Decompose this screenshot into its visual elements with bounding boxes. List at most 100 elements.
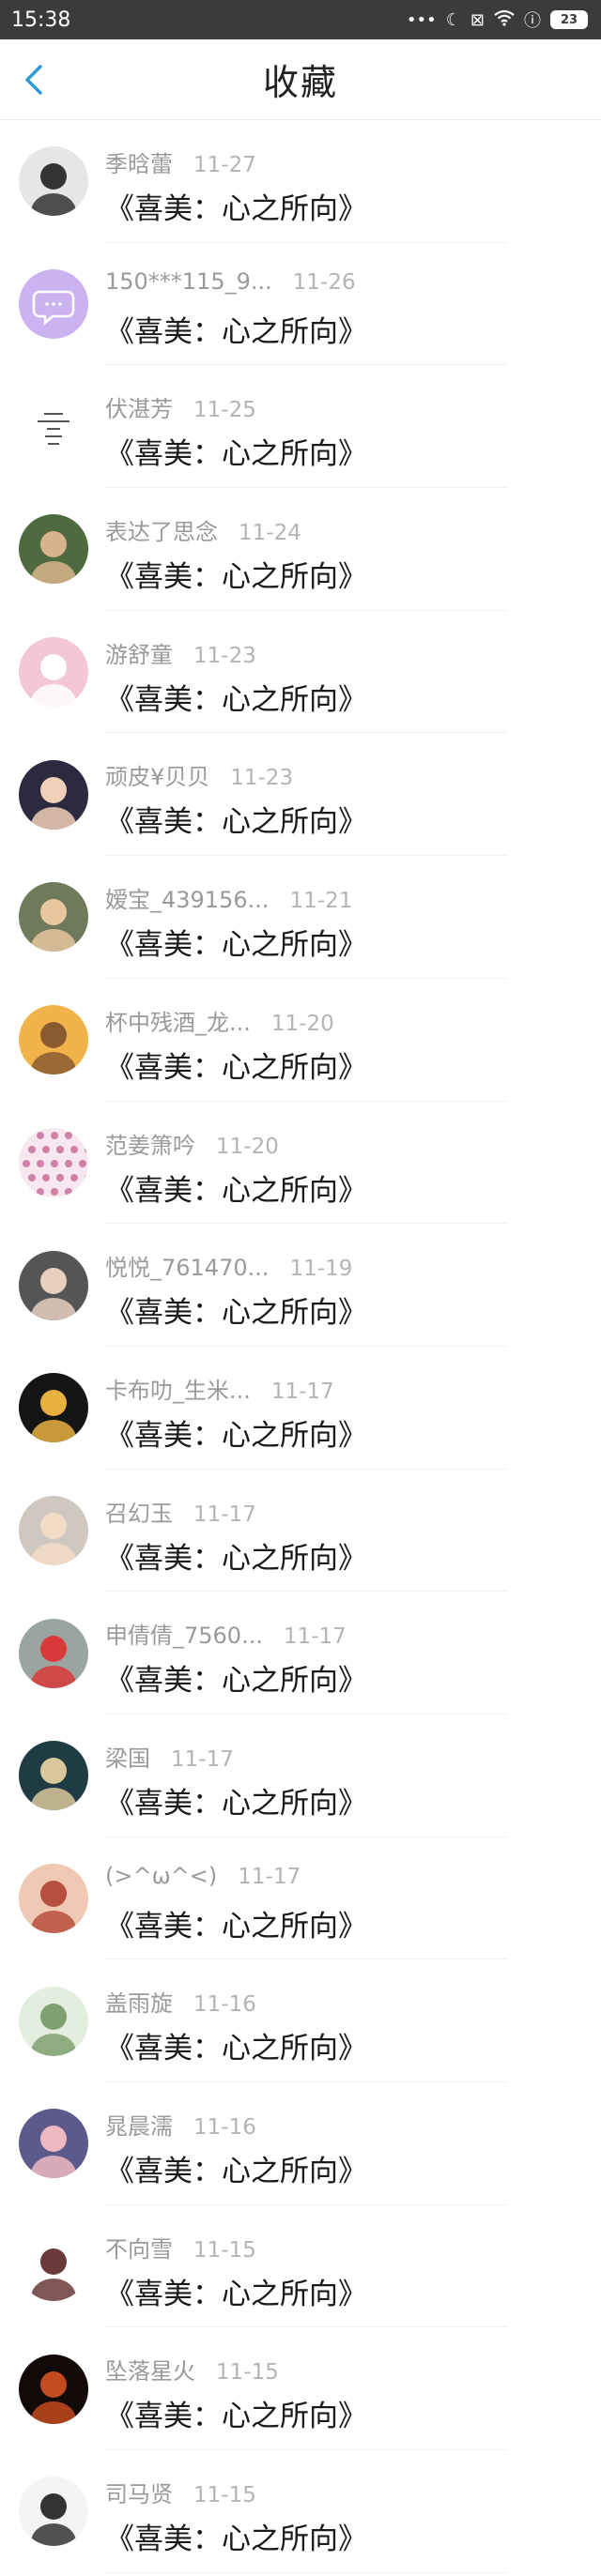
list-item[interactable]: 伏湛芳 11-25 《喜美：心之所向》 xyxy=(0,365,601,488)
avatar-image xyxy=(19,637,88,708)
item-meta: 盖雨旋 11-16 xyxy=(105,1985,367,2017)
book-title[interactable]: 《喜美：心之所向》 xyxy=(105,1656,367,1699)
user-name: 杯中残酒_龙... xyxy=(105,1009,251,1036)
avatar[interactable] xyxy=(19,637,88,708)
book-title[interactable]: 《喜美：心之所向》 xyxy=(105,2270,367,2312)
user-name: 盖雨旋 xyxy=(105,1990,173,2018)
list-item[interactable]: 嫒宝_439156... 11-21 《喜美：心之所向》 xyxy=(0,856,601,979)
favorite-date: 11-15 xyxy=(216,2360,279,2385)
book-title[interactable]: 《喜美：心之所向》 xyxy=(105,1166,367,1209)
avatar[interactable] xyxy=(19,514,88,585)
list-item[interactable]: (>^ω^<) 11-17 《喜美：心之所向》 xyxy=(0,1837,601,1960)
list-item[interactable]: 范姜箫吟 11-20 《喜美：心之所向》 xyxy=(0,1102,601,1225)
charging-icon: ⓘ xyxy=(524,11,541,31)
favorite-date: 11-17 xyxy=(171,1746,234,1772)
list-item[interactable]: 150***115_9... 11-26 《喜美：心之所向》 xyxy=(0,243,601,366)
item-info: 季晗蕾 11-27 《喜美：心之所向》 xyxy=(105,145,367,227)
list-item[interactable]: 表达了思念 11-24 《喜美：心之所向》 xyxy=(0,488,601,611)
item-meta: 召幻玉 11-17 xyxy=(105,1495,367,1527)
favorite-date: 11-19 xyxy=(289,1257,353,1282)
item-info: 坠落星火 11-15 《喜美：心之所向》 xyxy=(105,2353,367,2434)
book-title[interactable]: 《喜美：心之所向》 xyxy=(105,1044,367,1086)
book-title[interactable]: 《喜美：心之所向》 xyxy=(105,553,367,595)
avatar-image xyxy=(19,146,88,217)
avatar-image xyxy=(19,269,88,340)
list-item[interactable]: 顽皮¥贝贝 11-23 《喜美：心之所向》 xyxy=(0,733,601,856)
avatar[interactable] xyxy=(19,1618,88,1688)
item-meta: 不向雪 11-15 xyxy=(105,2231,367,2263)
avatar-image xyxy=(19,1741,88,1811)
avatar[interactable] xyxy=(19,1741,88,1811)
book-title[interactable]: 《喜美：心之所向》 xyxy=(105,798,367,840)
book-title[interactable]: 《喜美：心之所向》 xyxy=(105,676,367,718)
user-name: 梁国 xyxy=(105,1745,150,1772)
avatar[interactable] xyxy=(19,1005,88,1075)
list-item[interactable]: 召幻玉 11-17 《喜美：心之所向》 xyxy=(0,1470,601,1593)
book-title[interactable]: 《喜美：心之所向》 xyxy=(105,2147,367,2189)
list-item[interactable]: 杯中残酒_龙... 11-20 《喜美：心之所向》 xyxy=(0,979,601,1102)
book-title[interactable]: 《喜美：心之所向》 xyxy=(105,1534,367,1577)
avatar-image xyxy=(19,2477,88,2547)
avatar[interactable] xyxy=(19,1250,88,1320)
avatar-image xyxy=(19,1250,88,1320)
list-item[interactable]: 游舒童 11-23 《喜美：心之所向》 xyxy=(0,611,601,734)
avatar[interactable] xyxy=(19,1495,88,1565)
avatar[interactable] xyxy=(19,1127,88,1197)
list-item[interactable]: 不向雪 11-15 《喜美：心之所向》 xyxy=(0,2205,601,2328)
book-title[interactable]: 《喜美：心之所向》 xyxy=(105,2024,367,2066)
avatar[interactable] xyxy=(19,2354,88,2424)
book-title[interactable]: 《喜美：心之所向》 xyxy=(105,1288,367,1331)
status-time: 15:38 xyxy=(11,8,71,32)
item-meta: (>^ω^<) 11-17 xyxy=(105,1863,367,1895)
list-item[interactable]: 坠落星火 11-15 《喜美：心之所向》 xyxy=(0,2327,601,2450)
user-name: 季晗蕾 xyxy=(105,151,173,177)
user-name: 顽皮¥贝贝 xyxy=(105,764,210,791)
book-title[interactable]: 《喜美：心之所向》 xyxy=(105,921,367,963)
list-item[interactable]: 悦悦_761470... 11-19 《喜美：心之所向》 xyxy=(0,1224,601,1347)
favorite-date: 11-17 xyxy=(193,1501,256,1527)
favorite-date: 11-23 xyxy=(230,766,294,791)
back-button[interactable] xyxy=(15,61,53,99)
book-title[interactable]: 《喜美：心之所向》 xyxy=(105,1411,367,1454)
favorite-date: 11-20 xyxy=(270,1011,334,1036)
avatar[interactable] xyxy=(19,882,88,953)
avatar[interactable] xyxy=(19,2232,88,2302)
list-item[interactable]: 司马贤 11-15 《喜美：心之所向》 xyxy=(0,2450,601,2573)
user-name: 伏湛芳 xyxy=(105,396,173,423)
avatar[interactable] xyxy=(19,269,88,340)
avatar[interactable] xyxy=(19,2109,88,2179)
list-item[interactable]: 晁晨濡 11-16 《喜美：心之所向》 xyxy=(0,2082,601,2205)
avatar-image xyxy=(19,1127,88,1197)
avatar[interactable] xyxy=(19,759,88,830)
header-bar: 收藏 xyxy=(0,39,601,120)
book-title[interactable]: 《喜美：心之所向》 xyxy=(105,2392,367,2434)
list-item[interactable]: 盖雨旋 11-16 《喜美：心之所向》 xyxy=(0,1959,601,2082)
avatar[interactable] xyxy=(19,1373,88,1443)
avatar[interactable] xyxy=(19,1986,88,2056)
book-title[interactable]: 《喜美：心之所向》 xyxy=(105,2515,367,2557)
book-title[interactable]: 《喜美：心之所向》 xyxy=(105,1902,367,1944)
avatar[interactable] xyxy=(19,391,88,462)
list-item[interactable]: 申倩倩_7560... 11-17 《喜美：心之所向》 xyxy=(0,1592,601,1715)
avatar-image xyxy=(19,1005,88,1075)
favorites-list: 季晗蕾 11-27 《喜美：心之所向》 150***115_9... 11-26… xyxy=(0,120,601,2573)
book-title[interactable]: 《喜美：心之所向》 xyxy=(105,1779,367,1821)
avatar-image xyxy=(19,759,88,830)
avatar-image xyxy=(19,1618,88,1688)
favorite-date: 11-27 xyxy=(193,153,256,177)
avatar[interactable] xyxy=(19,2477,88,2547)
item-info: 盖雨旋 11-16 《喜美：心之所向》 xyxy=(105,1985,367,2066)
avatar-image xyxy=(19,2109,88,2179)
book-title[interactable]: 《喜美：心之所向》 xyxy=(105,308,367,350)
list-item[interactable]: 梁国 11-17 《喜美：心之所向》 xyxy=(0,1715,601,1837)
item-meta: 杯中残酒_龙... 11-20 xyxy=(105,1004,367,1036)
list-item[interactable]: 卡布叻_生米... 11-17 《喜美：心之所向》 xyxy=(0,1347,601,1470)
avatar[interactable] xyxy=(19,146,88,217)
user-name: 召幻玉 xyxy=(105,1500,173,1527)
book-title[interactable]: 《喜美：心之所向》 xyxy=(105,430,367,472)
user-name: 不向雪 xyxy=(105,2235,173,2263)
book-title[interactable]: 《喜美：心之所向》 xyxy=(105,185,367,227)
avatar[interactable] xyxy=(19,1863,88,1933)
list-item[interactable]: 季晗蕾 11-27 《喜美：心之所向》 xyxy=(0,120,601,243)
favorite-date: 11-16 xyxy=(193,2115,256,2140)
